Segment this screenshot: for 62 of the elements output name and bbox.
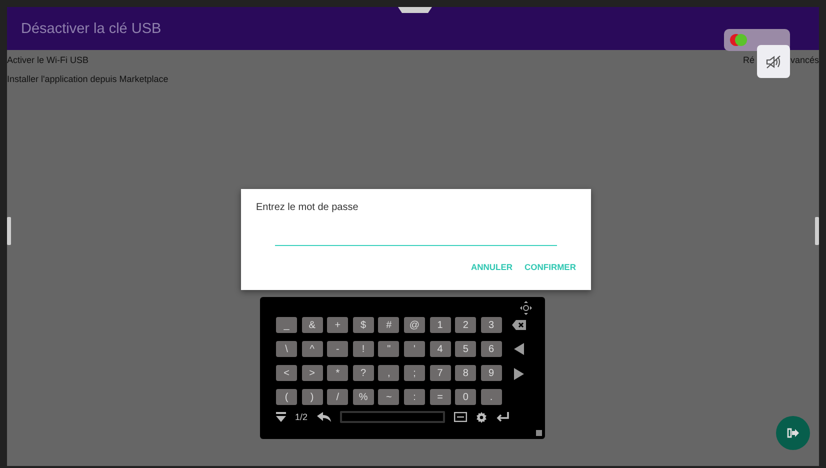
dialog-button[interactable]: CONFIRMER xyxy=(524,260,576,274)
dialog-button[interactable]: ANNULER xyxy=(470,260,513,274)
keyboard-key[interactable]: ~ xyxy=(378,389,400,405)
indicator-icon xyxy=(730,34,748,46)
settings-item[interactable]: Activer le Wi-Fi USB xyxy=(7,54,89,64)
mute-button[interactable] xyxy=(757,45,790,78)
advanced-settings-link-fragment[interactable]: vancés xyxy=(790,54,819,64)
keyboard-key[interactable]: ' xyxy=(404,341,425,357)
keyboard-key[interactable]: " xyxy=(378,341,400,357)
keyboard-key[interactable]: 8 xyxy=(455,365,476,381)
keyboard-key[interactable]: . xyxy=(480,389,502,405)
hide-keyboard-icon[interactable] xyxy=(276,412,286,422)
keyboard-key[interactable]: 9 xyxy=(480,365,502,381)
keyboard-key[interactable]: ! xyxy=(352,341,374,357)
resize-icon[interactable] xyxy=(454,412,467,422)
enter-icon[interactable] xyxy=(496,412,509,422)
keyboard-key[interactable]: - xyxy=(327,341,348,357)
keyboard-key[interactable]: 1 xyxy=(430,317,451,333)
app-bar-title: Désactiver la clé USB xyxy=(21,20,162,36)
speaker-muted-icon xyxy=(766,54,782,68)
keyboard-key[interactable]: 3 xyxy=(480,317,502,333)
move-icon[interactable] xyxy=(520,301,532,315)
keyboard-key[interactable]: 0 xyxy=(455,389,476,405)
keyboard-key[interactable]: 6 xyxy=(480,341,502,357)
backspace-icon[interactable] xyxy=(512,320,526,330)
keyboard-key[interactable]: % xyxy=(352,389,374,405)
settings-item[interactable]: Installer l'application depuis Marketplace xyxy=(7,74,168,84)
keyboard-key[interactable]: 7 xyxy=(430,365,451,381)
keyboard-key[interactable]: = xyxy=(430,389,451,405)
keyboard-key[interactable]: 2 xyxy=(455,317,476,333)
keyboard-key[interactable]: @ xyxy=(404,317,425,333)
keyboard-key[interactable]: ? xyxy=(352,365,374,381)
keyboard-key[interactable]: * xyxy=(327,365,348,381)
page-indicator[interactable]: 1/2 xyxy=(295,412,308,422)
settings-icon[interactable] xyxy=(476,412,487,422)
advanced-settings-link-fragment[interactable]: Ré xyxy=(742,54,754,64)
right-arrow-icon[interactable] xyxy=(514,368,524,380)
keyboard-key[interactable]: > xyxy=(302,365,323,381)
right-handle-icon[interactable] xyxy=(815,217,819,245)
keyboard-key[interactable]: # xyxy=(378,317,400,333)
keyboard-key[interactable]: & xyxy=(302,317,323,333)
keyboard-key[interactable]: : xyxy=(404,389,425,405)
dialog-title: Entrez le mot de passe xyxy=(256,202,360,213)
left-handle-icon[interactable] xyxy=(7,217,11,245)
keyboard-key[interactable]: ^ xyxy=(302,341,323,357)
keyboard-key[interactable]: ; xyxy=(404,365,425,381)
keyboard-key[interactable]: < xyxy=(276,365,297,381)
keyboard-key[interactable]: 4 xyxy=(430,341,451,357)
top-handle-icon[interactable] xyxy=(398,7,432,13)
keyboard-key[interactable]: / xyxy=(327,389,348,405)
undo-arrow-icon[interactable] xyxy=(316,412,331,422)
keyboard-key[interactable]: + xyxy=(327,317,348,333)
exit-icon xyxy=(787,428,799,438)
keyboard-key[interactable]: \ xyxy=(276,341,297,357)
keyboard-key[interactable]: _ xyxy=(276,317,297,333)
keyboard-key[interactable]: ( xyxy=(276,389,297,405)
keyboard-key[interactable]: ) xyxy=(302,389,323,405)
keyboard-key[interactable]: 5 xyxy=(455,341,476,357)
keyboard-key[interactable]: $ xyxy=(352,317,374,333)
left-arrow-icon[interactable] xyxy=(514,343,524,355)
exit-button[interactable] xyxy=(776,416,810,450)
keyboard-key[interactable]: , xyxy=(378,365,400,381)
